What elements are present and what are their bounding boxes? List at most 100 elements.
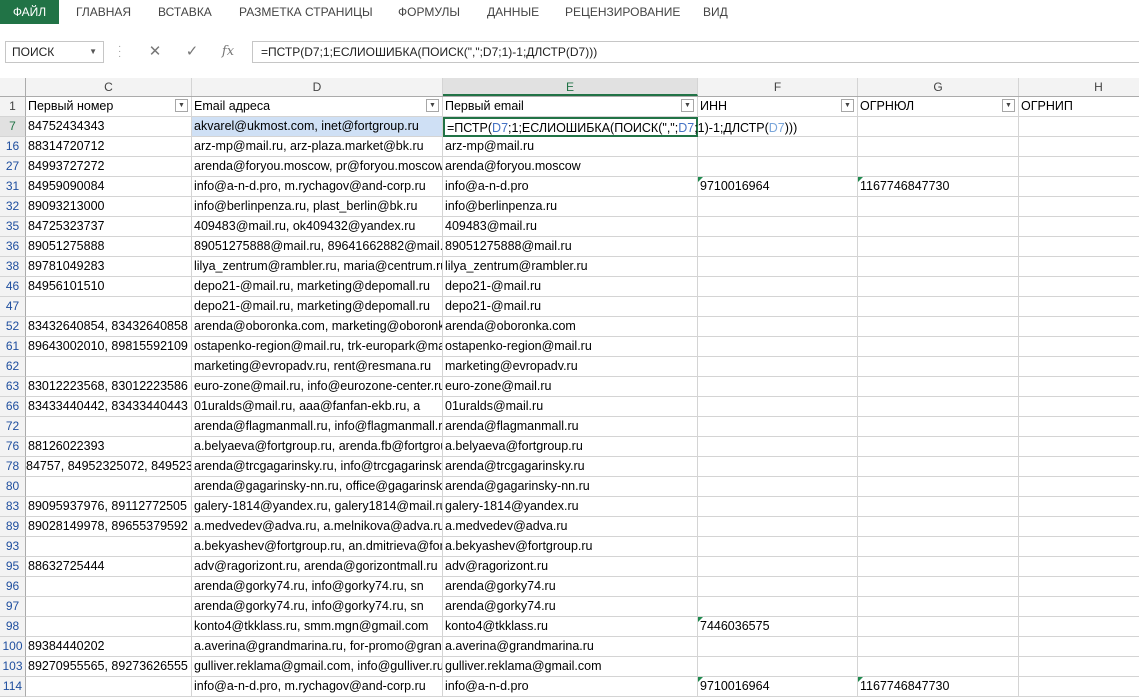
cell-ogrnip[interactable] xyxy=(1019,297,1139,317)
cell-ogrnip[interactable] xyxy=(1019,497,1139,517)
cell-email-addresses[interactable]: arz-mp@mail.ru, arz-plaza.market@bk.ru xyxy=(192,137,443,157)
cell-ogrnip[interactable] xyxy=(1019,617,1139,637)
header-cell-ogrnul[interactable]: ОГРНЮЛ ▼ xyxy=(858,97,1019,117)
cell-first-email[interactable]: 01uralds@mail.ru xyxy=(443,397,698,417)
row-header[interactable]: 31 xyxy=(0,177,26,197)
cell-ogrnul[interactable] xyxy=(858,477,1019,497)
cell-ogrnul[interactable] xyxy=(858,217,1019,237)
tab-file[interactable]: ФАЙЛ xyxy=(0,0,59,24)
cell-first-number[interactable]: 84956101510 xyxy=(26,277,192,297)
cell-first-number[interactable]: 84752434343 xyxy=(26,117,192,137)
cell-email-addresses[interactable]: arenda@foryou.moscow, pr@foryou.moscow xyxy=(192,157,443,177)
cell-email-addresses[interactable]: arenda@gorky74.ru, info@gorky74.ru, sn xyxy=(192,597,443,617)
cell-inn[interactable] xyxy=(698,357,858,377)
column-header-f[interactable]: F xyxy=(698,78,858,96)
cell-ogrnip[interactable] xyxy=(1019,337,1139,357)
cell-first-number[interactable]: 83432640854, 83432640858 xyxy=(26,317,192,337)
cell-ogrnul[interactable] xyxy=(858,377,1019,397)
cell-ogrnip[interactable] xyxy=(1019,597,1139,617)
cell-inn[interactable] xyxy=(698,377,858,397)
name-box[interactable]: ПОИСК ▼ xyxy=(5,41,104,63)
enter-icon[interactable]: ✓ xyxy=(178,41,206,63)
header-cell-first-number[interactable]: Первый номер ▼ xyxy=(26,97,192,117)
cell-inn[interactable] xyxy=(698,157,858,177)
header-cell-first-email[interactable]: Первый email ▼ xyxy=(443,97,698,117)
cell-email-addresses[interactable]: a.averina@grandmarina.ru, for-promo@gran… xyxy=(192,637,443,657)
row-header[interactable]: 47 xyxy=(0,297,26,317)
cell-ogrnul[interactable] xyxy=(858,537,1019,557)
filter-dropdown-icon[interactable]: ▼ xyxy=(681,99,694,112)
cell-inn[interactable] xyxy=(698,297,858,317)
row-header[interactable]: 35 xyxy=(0,217,26,237)
cell-ogrnul[interactable] xyxy=(858,577,1019,597)
cell-first-email[interactable]: depo21-@mail.ru xyxy=(443,297,698,317)
cell-email-addresses[interactable]: akvarel@ukmost.com, inet@fortgroup.ru xyxy=(192,117,443,137)
cell-first-email[interactable]: a.bekyashev@fortgroup.ru xyxy=(443,537,698,557)
cell-first-number[interactable]: 88632725444 xyxy=(26,557,192,577)
active-cell-formula[interactable]: =ПСТР(D7;1;ЕСЛИОШИБКА(ПОИСК(",";D7;1)-1;… xyxy=(443,117,797,137)
tab-formulas[interactable]: ФОРМУЛЫ xyxy=(398,0,460,24)
cell-ogrnul[interactable] xyxy=(858,357,1019,377)
cell-first-number[interactable]: 84757, 84952325072, 849523 xyxy=(26,457,192,477)
cell-ogrnip[interactable] xyxy=(1019,277,1139,297)
cell-ogrnul[interactable] xyxy=(858,497,1019,517)
cell-ogrnul[interactable] xyxy=(858,457,1019,477)
cell-first-number[interactable]: 89051275888 xyxy=(26,237,192,257)
cell-email-addresses[interactable]: 01uralds@mail.ru, aaa@fanfan-ekb.ru, a xyxy=(192,397,443,417)
cell-first-number[interactable]: 89384440202 xyxy=(26,637,192,657)
cell-first-number[interactable] xyxy=(26,537,192,557)
cell-email-addresses[interactable]: info@a-n-d.pro, m.rychagov@and-corp.ru xyxy=(192,177,443,197)
cell-inn[interactable] xyxy=(698,457,858,477)
cell-ogrnip[interactable] xyxy=(1019,477,1139,497)
cell-email-addresses[interactable]: galery-1814@yandex.ru, galery1814@mail.r… xyxy=(192,497,443,517)
cell-first-email[interactable]: info@a-n-d.pro xyxy=(443,177,698,197)
cell-first-number[interactable]: 89093213000 xyxy=(26,197,192,217)
row-header[interactable]: 61 xyxy=(0,337,26,357)
cell-ogrnul[interactable]: 1167746847730 xyxy=(858,177,1019,197)
cell-inn[interactable] xyxy=(698,137,858,157)
cell-ogrnip[interactable] xyxy=(1019,517,1139,537)
cell-first-number[interactable] xyxy=(26,297,192,317)
row-header[interactable]: 1 xyxy=(0,97,26,117)
cell-first-email[interactable]: euro-zone@mail.ru xyxy=(443,377,698,397)
cell-inn[interactable] xyxy=(698,317,858,337)
cell-inn[interactable] xyxy=(698,397,858,417)
row-header[interactable]: 89 xyxy=(0,517,26,537)
cell-ogrnul[interactable] xyxy=(858,557,1019,577)
row-header[interactable]: 80 xyxy=(0,477,26,497)
row-header[interactable]: 95 xyxy=(0,557,26,577)
cell-ogrnip[interactable] xyxy=(1019,457,1139,477)
cell-ogrnip[interactable] xyxy=(1019,577,1139,597)
cell-email-addresses[interactable]: arenda@trcgagarinsky.ru, info@trcgagarin… xyxy=(192,457,443,477)
cell-first-number[interactable] xyxy=(26,677,192,697)
cell-first-email[interactable]: gulliver.reklama@gmail.com xyxy=(443,657,698,677)
cell-first-email[interactable]: a.averina@grandmarina.ru xyxy=(443,637,698,657)
cell-inn[interactable] xyxy=(698,637,858,657)
cell-first-email[interactable]: galery-1814@yandex.ru xyxy=(443,497,698,517)
cell-ogrnip[interactable] xyxy=(1019,237,1139,257)
cell-ogrnul[interactable] xyxy=(858,397,1019,417)
cell-ogrnip[interactable] xyxy=(1019,117,1139,137)
cell-ogrnip[interactable] xyxy=(1019,397,1139,417)
cell-ogrnul[interactable] xyxy=(858,277,1019,297)
cell-ogrnip[interactable] xyxy=(1019,177,1139,197)
cell-inn[interactable] xyxy=(698,517,858,537)
tab-view[interactable]: ВИД xyxy=(703,0,728,24)
cell-ogrnul[interactable] xyxy=(858,117,1019,137)
row-header[interactable]: 62 xyxy=(0,357,26,377)
cell-ogrnip[interactable] xyxy=(1019,217,1139,237)
cell-first-email[interactable]: adv@ragorizont.ru xyxy=(443,557,698,577)
cell-ogrnul[interactable] xyxy=(858,417,1019,437)
tab-data[interactable]: ДАННЫЕ xyxy=(487,0,539,24)
cell-ogrnul[interactable] xyxy=(858,657,1019,677)
cell-first-number[interactable]: 83433440442, 83433440443 xyxy=(26,397,192,417)
cell-ogrnip[interactable] xyxy=(1019,157,1139,177)
cell-inn[interactable] xyxy=(698,577,858,597)
cell-inn[interactable] xyxy=(698,437,858,457)
row-header[interactable]: 36 xyxy=(0,237,26,257)
cell-first-email[interactable]: info@a-n-d.pro xyxy=(443,677,698,697)
cell-first-email[interactable]: arenda@oboronka.com xyxy=(443,317,698,337)
tab-page-layout[interactable]: РАЗМЕТКА СТРАНИЦЫ xyxy=(239,0,373,24)
cell-first-number[interactable]: 83012223568, 83012223586 xyxy=(26,377,192,397)
cell-email-addresses[interactable]: arenda@oboronka.com, marketing@oboronka.… xyxy=(192,317,443,337)
